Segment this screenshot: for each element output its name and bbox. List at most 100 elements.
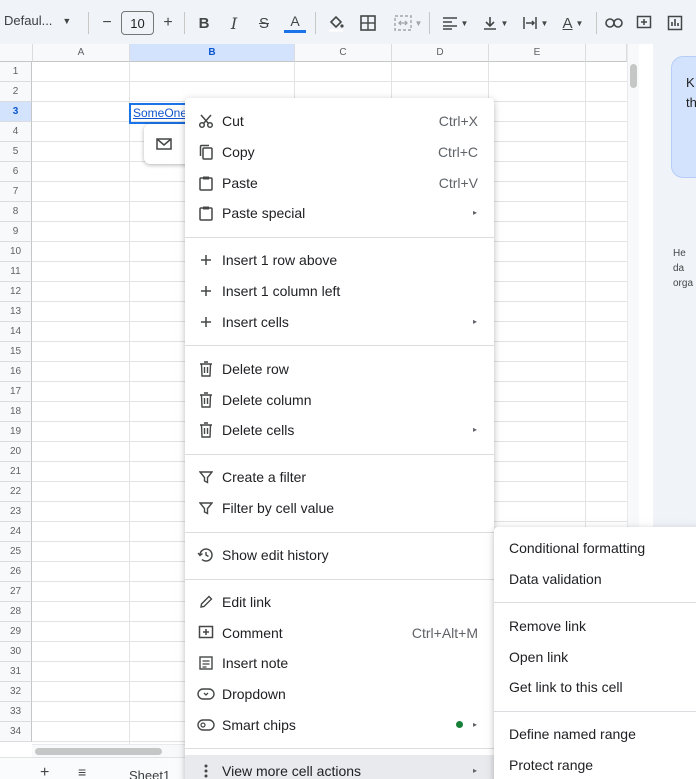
menu-item-delete-column[interactable]: Delete column [185,384,494,415]
submenu-item-remove-link[interactable]: Remove link [509,618,586,634]
menu-item-label: Delete cells [222,421,295,438]
row-header[interactable]: 22 [0,482,32,502]
row-header[interactable]: 18 [0,402,32,422]
chart-icon [667,15,683,31]
insert-comment-button[interactable] [634,11,654,35]
clipboard-icon [197,204,215,222]
add-sheet-button[interactable]: + [40,764,49,779]
italic-button[interactable]: I [224,11,244,35]
row-header[interactable]: 20 [0,442,32,462]
row-header[interactable]: 3 [0,102,32,122]
row-header[interactable]: 7 [0,182,32,202]
row-header[interactable]: 12 [0,282,32,302]
menu-item-cut[interactable]: Cut Ctrl+X [185,105,494,136]
font-family-select[interactable]: Defaul... ▼ [4,13,71,28]
menu-item-view-more-cell-actions[interactable]: View more cell actions ▸ [185,755,494,779]
submenu-item-data-validation[interactable]: Data validation [509,571,602,587]
submenu-item-define-named-range[interactable]: Define named range [509,726,636,742]
menu-item-dropdown[interactable]: Dropdown [185,678,494,709]
row-header[interactable]: 2 [0,82,32,102]
cell-link-text[interactable]: SomeOne [133,106,187,120]
menu-item-insert-cells[interactable]: Insert cells ▸ [185,306,494,337]
all-sheets-button[interactable]: ≡ [78,764,86,779]
merge-cells-button[interactable]: ▼ [390,11,426,35]
row-header[interactable]: 9 [0,222,32,242]
select-all-corner[interactable] [0,44,33,62]
increase-font-size-button[interactable]: + [159,11,177,35]
menu-item-create-filter[interactable]: Create a filter [185,461,494,492]
row-header[interactable]: 4 [0,122,32,142]
row-header[interactable]: 17 [0,382,32,402]
row-header[interactable]: 33 [0,702,32,722]
row-header[interactable]: 28 [0,602,32,622]
fill-color-button[interactable] [325,11,347,35]
row-header[interactable]: 29 [0,622,32,642]
scrollbar-thumb[interactable] [630,64,637,88]
row-header[interactable]: 27 [0,582,32,602]
toolbar-divider [184,12,185,34]
row-header[interactable]: 31 [0,662,32,682]
column-header-f[interactable] [586,44,627,62]
column-header-d[interactable]: D [392,44,489,62]
text-color-button[interactable]: A [284,11,306,35]
submenu-item-conditional-formatting[interactable]: Conditional formatting [509,540,645,556]
row-header[interactable]: 8 [0,202,32,222]
menu-item-insert-row-above[interactable]: Insert 1 row above [185,244,494,275]
decrease-font-size-button[interactable]: − [98,11,116,35]
strikethrough-button[interactable]: S [254,11,274,35]
menu-item-insert-column-left[interactable]: Insert 1 column left [185,275,494,306]
row-header[interactable]: 16 [0,362,32,382]
sheet-tab[interactable]: Sheet1 [129,768,170,779]
menu-item-edit-link[interactable]: Edit link [185,586,494,617]
bold-button[interactable]: B [194,11,214,35]
row-header[interactable]: 24 [0,522,32,542]
row-header[interactable]: 26 [0,562,32,582]
insert-chart-button[interactable] [665,11,685,35]
row-header[interactable]: 23 [0,502,32,522]
row-header[interactable]: 30 [0,642,32,662]
menu-item-paste[interactable]: Paste Ctrl+V [185,167,494,198]
gridline [32,81,627,82]
row-header[interactable]: 10 [0,242,32,262]
menu-item-delete-row[interactable]: Delete row [185,353,494,384]
insert-link-button[interactable] [604,11,624,35]
filter-icon [197,468,215,486]
column-header-c[interactable]: C [295,44,392,62]
row-header[interactable]: 11 [0,262,32,282]
submenu-item-open-link[interactable]: Open link [509,649,568,665]
row-header[interactable]: 5 [0,142,32,162]
row-header[interactable]: 21 [0,462,32,482]
row-header[interactable]: 25 [0,542,32,562]
menu-item-smart-chips[interactable]: Smart chips ▸ [185,709,494,740]
row-header[interactable]: 32 [0,682,32,702]
row-header[interactable]: 34 [0,722,32,742]
menu-item-paste-special[interactable]: Paste special ▸ [185,197,494,228]
menu-item-filter-by-value[interactable]: Filter by cell value [185,492,494,523]
menu-item-label: Copy [222,143,255,160]
menu-item-show-edit-history[interactable]: Show edit history [185,539,494,570]
minus-icon: − [102,14,112,31]
row-header[interactable]: 19 [0,422,32,442]
side-panel-card[interactable]: K th [671,56,696,178]
text-rotation-button[interactable]: A ▼ [558,11,588,35]
column-header-b[interactable]: B [130,44,295,62]
row-header[interactable]: 14 [0,322,32,342]
text-wrapping-button[interactable]: ▼ [518,11,552,35]
row-header[interactable]: 1 [0,62,32,82]
column-header-e[interactable]: E [489,44,586,62]
submenu-item-protect-range[interactable]: Protect range [509,757,593,773]
column-header-a[interactable]: A [33,44,130,62]
menu-item-copy[interactable]: Copy Ctrl+C [185,136,494,167]
borders-button[interactable] [358,11,378,35]
font-size-input[interactable]: 10 [121,11,154,35]
row-header[interactable]: 15 [0,342,32,362]
row-header[interactable]: 13 [0,302,32,322]
horizontal-align-button[interactable]: ▼ [438,11,472,35]
menu-item-delete-cells[interactable]: Delete cells ▸ [185,414,494,445]
menu-item-insert-note[interactable]: Insert note [185,647,494,678]
menu-item-comment[interactable]: Comment Ctrl+Alt+M [185,617,494,648]
scrollbar-thumb[interactable] [35,748,162,755]
vertical-align-button[interactable]: ▼ [478,11,512,35]
row-header[interactable]: 6 [0,162,32,182]
submenu-item-get-link[interactable]: Get link to this cell [509,679,623,695]
